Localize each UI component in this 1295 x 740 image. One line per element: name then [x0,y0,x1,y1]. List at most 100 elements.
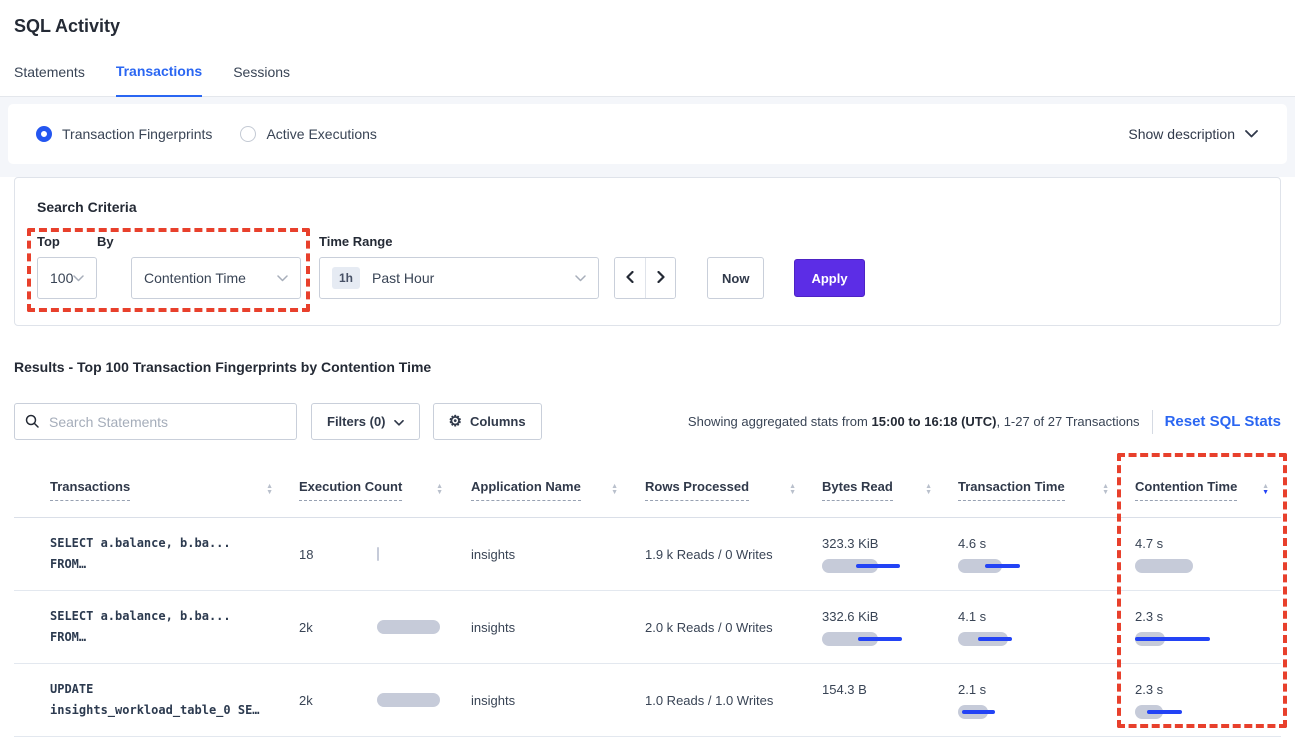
transaction-fingerprint[interactable]: SELECT a.balance, b.ba...FROM… [14,518,285,590]
rows-processed-cell: 1.0 Reads / 1.0 Writes [630,664,808,736]
transaction-time-bar [958,559,1109,573]
gear-icon: ⚙ [449,414,462,429]
transaction-time-value: 4.6 s [958,536,986,551]
transaction-fingerprint[interactable]: SELECT a.balance, b.ba...FROM… [14,591,285,663]
tab-sessions[interactable]: Sessions [233,64,290,96]
transaction-time-value: 4.1 s [958,609,986,624]
column-header-transactions[interactable]: Transactions ▲▼ [14,479,285,501]
sort-icon: ▲▼ [1102,484,1109,496]
transaction-time-bar [958,632,1109,646]
bytes-read-bar [822,632,932,646]
column-header-execution-count[interactable]: Execution Count ▲▼ [285,479,455,501]
sort-icon: ▲▼ [436,484,443,496]
time-range-nav [614,257,676,299]
radio-selected-icon [36,126,52,142]
column-header-contention-time[interactable]: Contention Time ▲▼ [1121,479,1281,501]
by-label: By [97,234,301,249]
chevron-down-icon [394,414,404,429]
application-name-cell: insights [455,664,630,736]
search-criteria-card: Search Criteria Top 100 By Contention Ti… [14,177,1281,326]
contention-time-value: 4.7 s [1135,536,1163,551]
application-name-cell: insights [455,591,630,663]
contention-time-bar [1135,632,1269,646]
chevron-down-icon [277,275,288,282]
execution-count-value: 2k [299,693,377,708]
bytes-read-bar [822,705,932,719]
tab-transactions[interactable]: Transactions [116,63,202,97]
time-next-button[interactable] [645,258,675,298]
results-heading: Results - Top 100 Transaction Fingerprin… [14,358,1281,377]
rows-processed-value: 1.0 Reads / 1.0 Writes [645,693,773,708]
transaction-time: 4.6 s [944,518,1121,590]
bar-stddev-line [985,564,1020,568]
execution-count-bar [377,620,440,634]
contention-time-value: 2.3 s [1135,609,1163,624]
table-row[interactable]: UPDATEinsights_workload_table_0 SE… 2k ins… [14,664,1281,737]
execution-count-bar [377,693,440,707]
radio-transaction-fingerprints[interactable]: Transaction Fingerprints [36,126,212,142]
transaction-text-line: FROM… [50,554,86,575]
transaction-text-line: SELECT a.balance, b.ba... [50,606,231,627]
rows-processed-cell: 1.9 k Reads / 0 Writes [630,518,808,590]
top-select[interactable]: 100 [37,257,97,299]
column-header-application-name[interactable]: Application Name ▲▼ [455,479,630,501]
application-name-value: insights [471,547,515,562]
execution-count-value: 2k [299,620,377,635]
transaction-text-line: SELECT a.balance, b.ba... [50,533,231,554]
sort-icon: ▲▼ [925,484,932,496]
contention-time-value: 2.3 s [1135,682,1163,697]
now-button[interactable]: Now [707,257,764,299]
search-statements-input[interactable] [14,403,297,440]
transactions-table: Transactions ▲▼ Execution Count ▲▼ Appli… [14,462,1281,737]
column-header-bytes-read[interactable]: Bytes Read ▲▼ [808,479,944,501]
sort-icon: ▲▼ [266,484,273,496]
radio-unselected-icon [240,126,256,142]
columns-button[interactable]: ⚙ Columns [433,403,542,440]
filters-button[interactable]: Filters (0) [311,403,420,440]
search-statements-box [14,403,297,440]
chevron-down-icon [1245,130,1258,138]
bar-stddev-line [1147,710,1182,714]
contention-time: 2.3 s [1121,591,1281,663]
sort-icon: ▲▼ [611,484,618,496]
column-header-transaction-time[interactable]: Transaction Time ▲▼ [944,479,1121,501]
bytes-read-value: 332.6 KiB [822,609,878,624]
time-range-label: Time Range [319,234,599,249]
contention-time: 2.3 s [1121,664,1281,736]
stats-summary: Showing aggregated stats from 15:00 to 1… [688,414,1140,429]
radio-active-executions[interactable]: Active Executions [240,126,377,142]
bytes-read: 323.3 KiB [808,518,944,590]
bar-stddev-line [1135,637,1210,641]
apply-button[interactable]: Apply [794,259,864,297]
execution-count-value: 18 [299,547,377,562]
view-mode-band: Transaction Fingerprints Active Executio… [0,97,1295,177]
time-range-badge: 1h [332,267,360,289]
time-prev-button[interactable] [615,258,645,298]
tab-bar: Statements Transactions Sessions [0,63,1295,97]
transaction-text-line: UPDATE [50,679,93,700]
transaction-text-line: FROM… [50,627,86,648]
column-header-rows-processed[interactable]: Rows Processed ▲▼ [630,479,808,501]
divider [1152,410,1153,434]
rows-processed-cell: 2.0 k Reads / 0 Writes [630,591,808,663]
search-criteria-heading: Search Criteria [37,198,1258,216]
chevron-right-icon [657,271,665,286]
application-name-cell: insights [455,518,630,590]
transaction-time: 4.1 s [944,591,1121,663]
transaction-fingerprint[interactable]: UPDATEinsights_workload_table_0 SE… [14,664,285,736]
reset-sql-stats-link[interactable]: Reset SQL Stats [1165,413,1281,430]
bar-stddev-line [978,637,1012,641]
bytes-read-bar [822,559,932,573]
transaction-time: 2.1 s [944,664,1121,736]
bytes-read: 332.6 KiB [808,591,944,663]
bar-stddev-line [962,710,995,714]
by-select[interactable]: Contention Time [131,257,301,299]
transaction-text-line: insights_workload_table_0 SE… [50,700,260,721]
time-range-select[interactable]: 1h Past Hour [319,257,599,299]
search-icon [25,414,39,433]
tab-statements[interactable]: Statements [14,64,85,96]
table-row[interactable]: SELECT a.balance, b.ba...FROM… 2k insights… [14,591,1281,664]
bar-stddev-line [856,564,900,568]
table-row[interactable]: SELECT a.balance, b.ba...FROM… 18 insights… [14,518,1281,591]
show-description-toggle[interactable]: Show description [1128,126,1258,142]
